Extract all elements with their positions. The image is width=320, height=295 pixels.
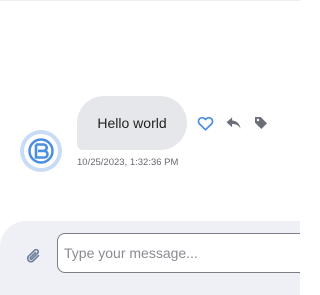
message-bubble: Hello world: [77, 96, 187, 150]
top-divider: [0, 0, 300, 1]
message-input[interactable]: [58, 234, 300, 272]
avatar: [20, 130, 62, 172]
chat-area: Hello world 10/25/2023, 1:32:36 PM: [0, 0, 300, 220]
brand-logo-icon: [28, 138, 54, 164]
like-icon[interactable]: [196, 114, 214, 132]
reply-icon[interactable]: [224, 114, 242, 132]
tag-icon[interactable]: [252, 114, 270, 132]
message-timestamp: 10/25/2023, 1:32:36 PM: [77, 157, 179, 168]
message-actions: [196, 114, 270, 132]
message-composer: [0, 221, 300, 295]
avatar-logo: [24, 134, 58, 168]
attachment-icon[interactable]: [23, 245, 45, 267]
message-text: Hello world: [97, 115, 167, 131]
message-input-wrapper: [57, 233, 300, 273]
